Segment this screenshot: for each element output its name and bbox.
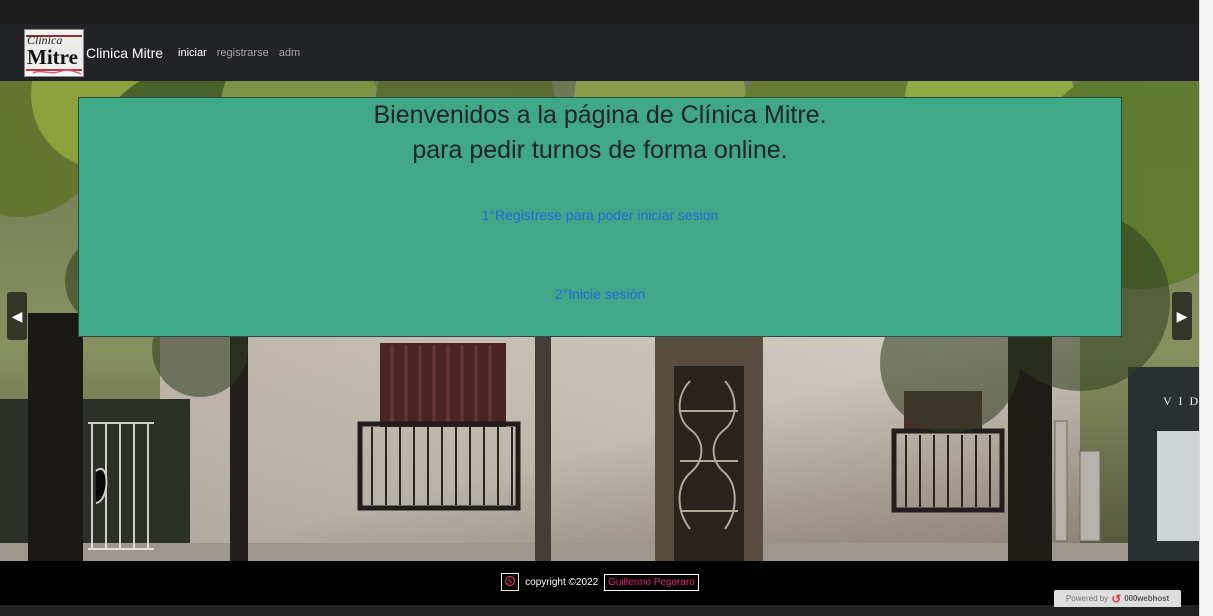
powered-by-brand: 000webhost [1124, 594, 1170, 603]
chevron-right-icon: ▶ [1176, 307, 1188, 324]
logo-line-mitre: Mitre [27, 45, 78, 69]
step-one-row: 1°Registrese para poder iniciar sesion [79, 207, 1121, 225]
main-navigation: iniciar registrarse adm [178, 47, 300, 59]
whatsapp-icon [504, 575, 516, 590]
register-step-link[interactable]: 1°Registrese para poder iniciar sesion [482, 207, 719, 223]
whatsapp-button[interactable] [501, 573, 520, 591]
welcome-card: Bienvenidos a la página de Clínica Mitre… [78, 97, 1122, 337]
page-frame: Clínica Mitre Clinica Mitre iniciar regi… [0, 0, 1213, 616]
carousel-next-button[interactable]: ▶ [1172, 292, 1192, 340]
brand-name: Clinica Mitre [86, 44, 164, 61]
powered-by-badge[interactable]: Powered by ↺ 000webhost [1054, 590, 1181, 607]
navbar: Clínica Mitre Clinica Mitre iniciar regi… [0, 24, 1200, 81]
carousel-prev-button[interactable]: ◀ [7, 292, 27, 340]
brand-home-link[interactable]: Clínica Mitre Clinica Mitre [24, 28, 164, 77]
hero-carousel: V I D Bienvenidos a la página de Clínica… [0, 81, 1200, 561]
building-sign-text: V I D [1163, 394, 1200, 408]
right-page-edge [1199, 0, 1213, 616]
footer: copyright ©2022 Guillermo Pegoraro [0, 561, 1200, 605]
copyright-text: copyright ©2022 [525, 576, 599, 588]
welcome-title-line-1: Bienvenidos a la página de Clínica Mitre… [373, 101, 827, 129]
powered-by-label: Powered by [1065, 594, 1109, 603]
browser-bottom-bar [0, 605, 1200, 616]
chevron-left-icon: ◀ [11, 307, 23, 324]
step-two-row: 2°Inicie sesión [79, 286, 1121, 304]
nav-link-registrarse[interactable]: registrarse [217, 47, 269, 59]
browser-top-bar [0, 0, 1200, 24]
clinica-mitre-logo: Clínica Mitre [24, 28, 84, 77]
login-step-link[interactable]: 2°Inicie sesión [555, 286, 645, 302]
author-link[interactable]: Guillermo Pegoraro [604, 573, 699, 591]
000webhost-logo-icon: ↺ [1111, 591, 1122, 606]
footer-content: copyright ©2022 Guillermo Pegoraro [501, 573, 699, 591]
nav-link-iniciar[interactable]: iniciar [178, 47, 207, 59]
welcome-title-line-2: para pedir turnos de forma online. [412, 136, 788, 164]
nav-link-adm[interactable]: adm [279, 47, 300, 59]
